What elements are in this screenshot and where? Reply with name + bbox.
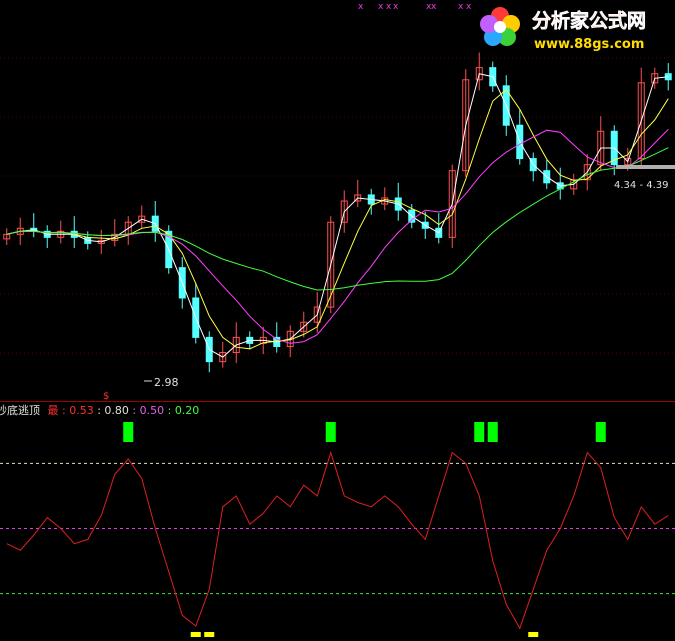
range-price-label: 4.34 - 4.39: [614, 180, 669, 191]
stock-chart: 2.98 4.34 - 4.39 x x x x x x x x 分析家公式网 …: [0, 0, 675, 641]
top-signal-marker: [595, 422, 606, 442]
dollar-marker: $: [103, 391, 109, 402]
top-marker: x: [458, 2, 464, 12]
top-marker: x: [386, 2, 392, 12]
indicator-label: 最: [48, 404, 59, 417]
top-marker: x: [431, 2, 437, 12]
indicator-name: 抄底逃顶: [0, 403, 40, 417]
top-signal-marker: [474, 422, 485, 442]
indicator-header: 抄底逃顶 最 : 0.53 : 0.80 : 0.50 : 0.20: [0, 403, 199, 417]
top-marker: x: [466, 2, 472, 12]
watermark-url: www.88gs.com: [534, 37, 644, 52]
indicator-value-3: 0.50: [140, 404, 165, 417]
bottom-signal-marker: [528, 632, 539, 637]
top-marker: x: [393, 2, 399, 12]
top-marker: x: [358, 2, 364, 12]
top-signal-marker: [487, 422, 498, 442]
top-marker: x: [378, 2, 384, 12]
watermark-logo: 分析家公式网 www.88gs.com: [480, 7, 646, 52]
top-signal-marker: [325, 422, 336, 442]
indicator-value-4: 0.20: [175, 404, 200, 417]
indicator-value-2: 0.80: [104, 404, 129, 417]
top-signal-marker: [123, 422, 134, 442]
bottom-signal-marker: [204, 632, 215, 637]
watermark-title: 分析家公式网: [532, 9, 646, 32]
chart-background: [0, 0, 675, 641]
indicator-value-1: 0.53: [69, 404, 94, 417]
bottom-signal-marker: [190, 632, 201, 637]
low-price-label: 2.98: [154, 376, 179, 389]
